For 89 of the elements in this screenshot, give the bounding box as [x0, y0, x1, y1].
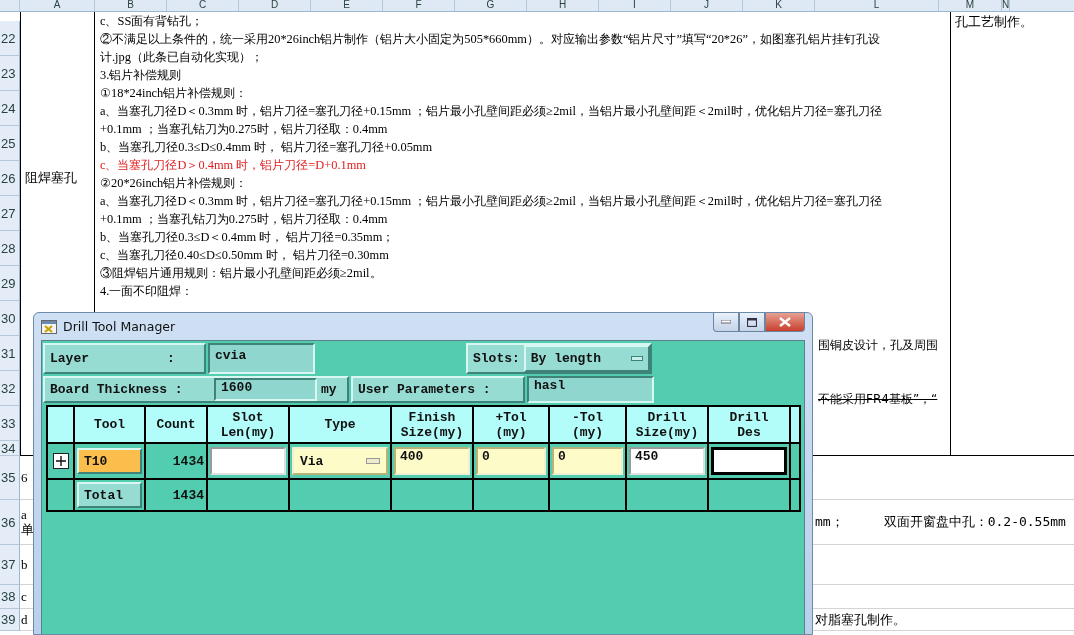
cell-text: 围铜皮设计，孔及周围: [818, 337, 938, 354]
count-value: 1434: [172, 487, 204, 503]
input-field[interactable]: 0: [552, 447, 623, 475]
row-header[interactable]: 23: [0, 56, 20, 91]
count-value: 1434: [172, 453, 204, 469]
row-header[interactable]: 36: [0, 500, 20, 545]
slots-label: Slots:: [472, 351, 520, 366]
row-header[interactable]: 31: [0, 336, 20, 371]
cell-text: 孔工艺制作。: [955, 14, 1033, 29]
row-header[interactable]: 33: [0, 406, 20, 441]
column-header[interactable]: L: [815, 0, 939, 11]
cell-text: c、当塞孔刀径D＞0.4mm 时，铝片刀径=D+0.1mm: [100, 157, 366, 174]
cell-text: +0.1mm ；当塞孔钻刀为0.275时，铝片刀径取：0.4mm: [100, 211, 388, 228]
row-header[interactable]: 30: [0, 301, 20, 336]
column-header: Drill Size(my): [627, 407, 707, 442]
category-label: 阻焊塞孔: [25, 170, 77, 185]
cell-text: c、当塞孔刀径0.40≤D≤0.50mm 时， 铝片刀径=0.30mm: [100, 247, 389, 264]
cell-text: 不能采用FR4基板”，“: [818, 391, 938, 408]
cell-text: b、当塞孔刀径0.3≤D＜0.4mm 时， 铝片刀径=0.35mm；: [100, 229, 395, 246]
column-header[interactable]: A: [20, 0, 95, 11]
column-header[interactable]: C: [167, 0, 239, 11]
column-header[interactable]: I: [599, 0, 671, 11]
cell-text: a、当塞孔刀径D＜0.3mm 时，铝片刀径=塞孔刀径+0.15mm ；铝片最小孔壁间距必须≥2mil，当铝片最小孔壁间距＜2mil时，优化铝片刀径=塞孔刀径: [100, 103, 882, 120]
column-header: Count: [146, 407, 206, 442]
column-header: Finish Size(my): [392, 407, 472, 442]
thickness-field[interactable]: 1600: [214, 378, 317, 401]
row-header[interactable]: 22: [0, 21, 20, 56]
row-header[interactable]: 26: [0, 161, 20, 196]
cell-text: c、SS面有背钻孔；: [100, 13, 204, 30]
cell-text: b、当塞孔刀径0.3≤D≤0.4mm 时， 铝片刀径=塞孔刀径+0.05mm: [100, 139, 433, 156]
row-header[interactable]: 37: [0, 545, 20, 585]
cell-text: 计.jpg（此条已自动化实现）；: [100, 49, 263, 66]
row-header[interactable]: 28: [0, 231, 20, 266]
slots-menu[interactable]: By length: [523, 345, 650, 372]
column-header[interactable]: F: [383, 0, 455, 11]
column-header: -Tol (my): [550, 407, 625, 442]
column-header: Drill Des: [709, 407, 789, 442]
column-header: Type: [290, 407, 390, 442]
type-dropdown[interactable]: Via: [292, 447, 388, 475]
row-header[interactable]: 34: [0, 441, 20, 456]
input-field[interactable]: 450: [629, 447, 705, 475]
column-header[interactable]: G: [455, 0, 527, 11]
thickness-label: Board Thickness :: [49, 382, 184, 397]
tool-button[interactable]: Total: [77, 482, 142, 508]
cell-text: 双面开窗盘中孔：0.2-0.55mm: [883, 513, 1066, 531]
column-header: Slot Len(my): [208, 407, 288, 442]
column-header[interactable]: D: [239, 0, 311, 11]
input-field[interactable]: 0: [476, 447, 546, 475]
cell-text: b: [21, 557, 29, 572]
row-header[interactable]: 29: [0, 266, 20, 301]
input-field[interactable]: 400: [394, 447, 470, 475]
unit-label: my: [320, 382, 338, 397]
cell-text: a: [21, 507, 28, 522]
layer-button[interactable]: Layer :: [43, 343, 206, 374]
cell-text: 6: [21, 470, 29, 485]
row-header[interactable]: 24: [0, 91, 20, 126]
user-parameters-button[interactable]: User Parameters :: [351, 376, 525, 403]
window-title: Drill Tool Manager: [63, 319, 176, 334]
cell-text: a、当塞孔刀径D＜0.3mm 时，铝片刀径=塞孔刀径+0.15mm ；铝片最小孔壁间距必须≥2mil，当铝片最小孔壁间距＜2mil时，优化铝片刀径=塞孔刀径: [100, 193, 882, 210]
cell-text: +0.1mm ；当塞孔钻刀为0.275时，铝片刀径取：0.4mm: [100, 121, 388, 138]
cell-text: c: [21, 589, 28, 604]
row-header[interactable]: 25: [0, 126, 20, 161]
row-header[interactable]: 35: [0, 456, 20, 500]
column-header[interactable]: B: [95, 0, 167, 11]
column-header: +Tol (my): [474, 407, 548, 442]
row-header[interactable]: 27: [0, 196, 20, 231]
column-header: Tool: [75, 407, 144, 442]
user-parameters-field[interactable]: hasl: [527, 376, 654, 403]
cell-text: 对脂塞孔制作。: [815, 610, 906, 629]
cell-text: ②不满足以上条件的，统一采用20*26inch铝片制作（铝片大小固定为505*660mm）。对应输出参数“铝片尺寸”填写“20*26”，如图塞孔铝片挂钉孔设: [100, 31, 880, 48]
cell-text: 4.一面不印阻焊：: [100, 283, 194, 300]
row-header[interactable]: 39: [0, 609, 20, 631]
column-header[interactable]: J: [671, 0, 743, 11]
column-header[interactable]: N: [1002, 0, 1011, 11]
cell-text: mm；: [815, 513, 844, 531]
cell-text: 3.铝片补偿规则: [100, 67, 182, 84]
layer-field[interactable]: cvia: [208, 343, 315, 374]
column-header[interactable]: M: [939, 0, 1002, 11]
tool-button[interactable]: T10: [77, 448, 142, 474]
column-header[interactable]: K: [743, 0, 815, 11]
cell-text: ②20*26inch铝片补偿规则：: [100, 175, 248, 192]
cell-text: d: [21, 612, 29, 627]
row-header[interactable]: 32: [0, 371, 20, 406]
cell-text: ①18*24inch铝片补偿规则：: [100, 85, 248, 102]
column-header[interactable]: H: [527, 0, 599, 11]
cell-text: 单: [21, 522, 35, 537]
row-header[interactable]: 38: [0, 585, 20, 609]
column-header[interactable]: E: [311, 0, 383, 11]
cell-text: ③阻焊铝片通用规则：铝片最小孔壁间距必须≥2mil。: [100, 265, 382, 282]
